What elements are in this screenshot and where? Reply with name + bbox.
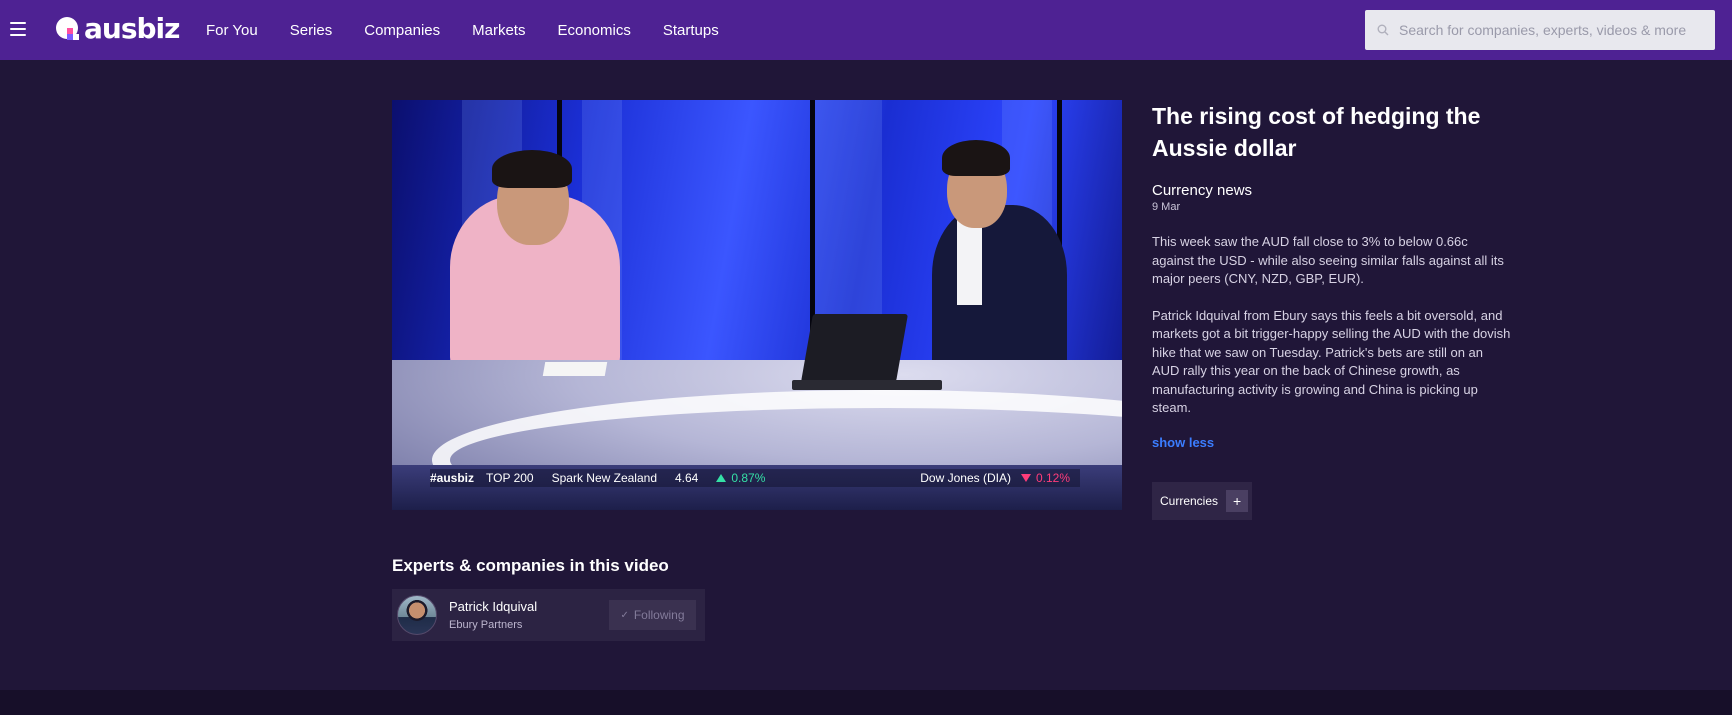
article-title: The rising cost of hedging the Aussie do… <box>1152 103 1481 161</box>
laptop-base <box>792 380 942 390</box>
ticker-change-2: 0.12% <box>1035 471 1070 485</box>
search-input[interactable] <box>1399 22 1699 38</box>
search-box[interactable] <box>1365 10 1715 50</box>
market-ticker: #ausbiz TOP 200 Spark New Zealand 4.64 0… <box>430 469 1080 487</box>
ticker-brand: #ausbiz <box>430 471 475 485</box>
ticker-index-2: Dow Jones (DIA) <box>920 471 1011 485</box>
book <box>542 362 608 376</box>
logo-text: ausbiz <box>84 12 180 45</box>
expert-card[interactable]: Patrick Idquival Ebury Partners ✓ Follow… <box>392 589 705 641</box>
following-label: Following <box>633 608 685 622</box>
logo[interactable]: ausbiz <box>55 12 180 46</box>
article-date: 9 Mar <box>1152 201 1181 213</box>
ticker-index: TOP 200 <box>486 471 534 485</box>
nav-startups[interactable]: Startups <box>663 22 719 39</box>
laptop <box>801 314 908 382</box>
top-navigation-bar: ausbiz For You Series Companies Markets … <box>0 0 1732 60</box>
experts-section-title: Experts & companies in this video <box>392 556 669 575</box>
tag-label: Currencies <box>1160 494 1219 508</box>
nav-series[interactable]: Series <box>290 22 333 39</box>
ticker-company: Spark New Zealand <box>551 471 657 485</box>
description-paragraph: Patrick Idquival from Ebury says this fe… <box>1152 307 1511 416</box>
tag-currencies[interactable]: Currencies + <box>1152 482 1253 520</box>
search-icon <box>1377 24 1389 36</box>
check-icon: ✓ <box>620 609 629 621</box>
nav-companies[interactable]: Companies <box>364 22 440 39</box>
show-less-link[interactable]: show less <box>1152 435 1214 450</box>
following-button[interactable]: ✓ Following <box>609 600 696 630</box>
article-info: The rising cost of hedging the Aussie do… <box>1152 100 1512 520</box>
footer-strip <box>0 690 1732 715</box>
nav-markets[interactable]: Markets <box>472 22 525 39</box>
ticker-change: 0.87% <box>731 471 766 485</box>
add-tag-button[interactable]: + <box>1226 490 1249 512</box>
expert-text: Patrick Idquival Ebury Partners <box>449 599 599 631</box>
expert-company[interactable]: Ebury Partners <box>449 619 599 631</box>
menu-icon[interactable] <box>10 22 26 36</box>
main-nav: For You Series Companies Markets Economi… <box>206 0 751 60</box>
expert-name[interactable]: Patrick Idquival <box>449 599 599 614</box>
ausbiz-logo-icon <box>56 17 79 40</box>
ticker-price: 4.64 <box>675 471 699 485</box>
nav-economics[interactable]: Economics <box>557 22 630 39</box>
video-player[interactable]: #ausbiz TOP 200 Spark New Zealand 4.64 0… <box>392 100 1122 510</box>
up-arrow-icon <box>716 474 727 482</box>
article-category[interactable]: Currency news <box>1152 182 1512 199</box>
avatar[interactable] <box>397 595 437 635</box>
down-arrow-icon <box>1020 474 1031 482</box>
article-description: This week saw the AUD fall close to 3% t… <box>1152 233 1512 418</box>
description-paragraph: This week saw the AUD fall close to 3% t… <box>1152 234 1504 286</box>
nav-for-you[interactable]: For You <box>206 22 258 39</box>
